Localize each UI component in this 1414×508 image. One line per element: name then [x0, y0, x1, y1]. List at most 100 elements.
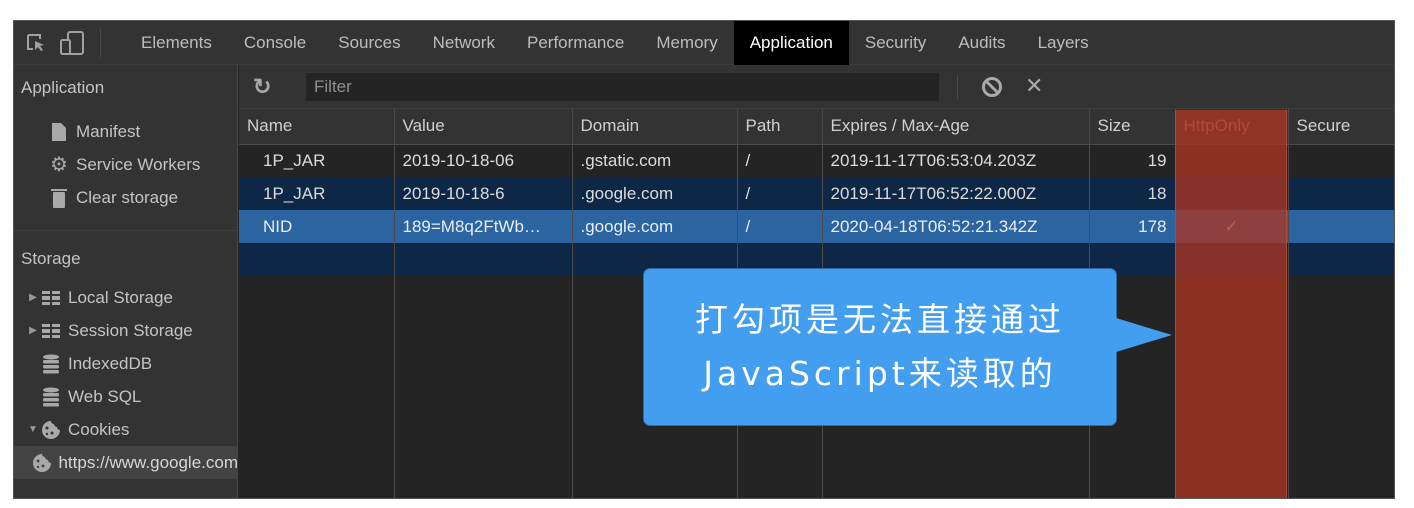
cell-httponly [1175, 144, 1289, 177]
sidebar-divider [14, 230, 238, 231]
column-header-size[interactable]: Size [1089, 109, 1176, 145]
column-header-httponly[interactable]: HttpOnly [1175, 109, 1289, 145]
cell-secure [1288, 144, 1394, 177]
empty-cell [394, 243, 573, 276]
tab-memory[interactable]: Memory [640, 21, 733, 65]
database-icon [40, 386, 62, 408]
tab-performance[interactable]: Performance [511, 21, 640, 65]
sidebar-item-label: Cookies [68, 419, 130, 439]
tab-sources[interactable]: Sources [322, 21, 416, 65]
close-icon[interactable]: ✕ [1025, 73, 1043, 99]
sidebar-item-label: Web SQL [68, 386, 142, 406]
empty-cell [239, 243, 395, 276]
database-icon [40, 353, 62, 375]
cell-size: 18 [1089, 177, 1176, 210]
column-header-domain[interactable]: Domain [572, 109, 738, 145]
tab-layers[interactable]: Layers [1022, 21, 1105, 65]
sidebar-item-session-storage[interactable]: ▶ Session Storage [14, 314, 238, 347]
annotation-line-2: JavaScript来读取的 [703, 354, 1057, 393]
filter-input[interactable] [306, 73, 939, 101]
column-header-value[interactable]: Value [394, 109, 573, 145]
empty-cell [1175, 243, 1289, 276]
cell-name: 1P_JAR [239, 177, 395, 210]
callout-pointer [1116, 318, 1172, 352]
empty-cell [1288, 276, 1394, 498]
cell-httponly [1175, 177, 1289, 210]
annotation-callout: 打勾项是无法直接通过 JavaScript来读取的 [643, 268, 1117, 426]
table-header-row: Name Value Domain Path Expires / Max-Age… [239, 109, 1394, 145]
sidebar-item-cookie-origin[interactable]: https://www.google.com [14, 446, 238, 479]
sidebar-heading-storage: Storage [21, 249, 81, 268]
sidebar-item-cookies[interactable]: ▼ Cookies [14, 413, 238, 446]
table-row[interactable]: NID 189=M8q2FtWb… .google.com/2020-04-18T0… [239, 210, 1394, 243]
cell-secure [1288, 210, 1394, 243]
cell-value: 2019-10-18-6 [394, 177, 573, 210]
sidebar-item-label: Session Storage [68, 320, 193, 340]
sidebar-item-local-storage[interactable]: ▶ Local Storage [14, 281, 238, 314]
block-icon[interactable] [981, 76, 1003, 98]
tab-console[interactable]: Console [228, 21, 322, 65]
cell-domain: .gstatic.com [572, 144, 738, 177]
expand-arrow-icon[interactable]: ▶ [26, 325, 40, 336]
table-row[interactable]: 1P_JAR 2019-10-18-06 .gstatic.com/2019-11-… [239, 144, 1394, 177]
sidebar-item-indexeddb[interactable]: IndexedDB [14, 347, 238, 380]
tab-network[interactable]: Network [417, 21, 511, 65]
sidebar-item-label: Manifest [76, 121, 141, 141]
tab-elements[interactable]: Elements [125, 21, 228, 65]
sidebar-item-clear-storage[interactable]: Clear storage [14, 181, 238, 214]
column-header-secure[interactable]: Secure [1288, 109, 1394, 145]
cookies-toolbar: ↻ ✕ [239, 65, 1394, 109]
cell-value: 189=M8q2FtWb… [394, 210, 573, 243]
column-header-expires[interactable]: Expires / Max-Age [822, 109, 1090, 145]
sidebar-item-manifest[interactable]: Manifest [14, 115, 238, 148]
cell-name: 1P_JAR [239, 144, 395, 177]
cell-path: / [737, 177, 823, 210]
cell-size: 19 [1089, 144, 1176, 177]
column-header-name[interactable]: Name [239, 109, 395, 145]
devtools-tab-bar: Elements Console Sources Network Performance… [14, 21, 1394, 65]
gear-icon: ⚙ [50, 154, 68, 176]
devtools-window: Elements Console Sources Network Performance… [13, 20, 1395, 499]
sidebar-item-web-sql[interactable]: Web SQL [14, 380, 238, 413]
annotation-line-1: 打勾项是无法直接通过 [695, 300, 1065, 339]
sidebar-item-service-workers[interactable]: ⚙ Service Workers [14, 148, 238, 181]
cell-size: 178 [1089, 210, 1176, 243]
device-toggle-icon[interactable] [58, 29, 86, 57]
column-header-path[interactable]: Path [737, 109, 823, 145]
sidebar-item-label: Local Storage [68, 287, 173, 307]
cookie-icon [40, 419, 62, 441]
cell-name: NID [239, 210, 395, 243]
application-sidebar: Application Manifest ⚙ Service Workers C… [14, 65, 238, 498]
empty-cell [1288, 243, 1394, 276]
sidebar-item-label: IndexedDB [68, 353, 153, 373]
inspect-element-icon[interactable] [22, 29, 50, 57]
file-icon [48, 121, 70, 143]
expand-arrow-icon[interactable]: ▶ [26, 292, 40, 303]
cookie-icon [32, 452, 52, 474]
trash-icon [48, 187, 70, 209]
tab-application[interactable]: Application [733, 21, 849, 65]
cell-httponly: ✓ [1175, 210, 1289, 243]
cell-secure [1288, 177, 1394, 210]
cell-expires: 2019-11-17T06:53:04.203Z [822, 144, 1090, 177]
collapse-arrow-icon[interactable]: ▼ [26, 424, 40, 435]
sidebar-item-label: Service Workers [76, 154, 201, 174]
cell-expires: 2019-11-17T06:52:22.000Z [822, 177, 1090, 210]
cell-domain: .google.com [572, 210, 738, 243]
cell-value: 2019-10-18-06 [394, 144, 573, 177]
empty-cell [239, 276, 395, 498]
cell-path: / [737, 210, 823, 243]
grid-icon [40, 287, 62, 309]
tab-audits[interactable]: Audits [942, 21, 1021, 65]
tab-bar-separator [100, 28, 101, 57]
table-row[interactable]: 1P_JAR 2019-10-18-6 .google.com/2019-11-17… [239, 177, 1394, 210]
cell-path: / [737, 144, 823, 177]
tab-security[interactable]: Security [849, 21, 942, 65]
sidebar-item-label: https://www.google.com [58, 452, 238, 472]
cell-expires: 2020-04-18T06:52:21.342Z [822, 210, 1090, 243]
refresh-icon[interactable]: ↻ [253, 75, 277, 99]
cell-domain: .google.com [572, 177, 738, 210]
sidebar-heading-application: Application [21, 78, 105, 97]
toolbar-separator [957, 75, 958, 99]
empty-cell [1175, 276, 1289, 498]
